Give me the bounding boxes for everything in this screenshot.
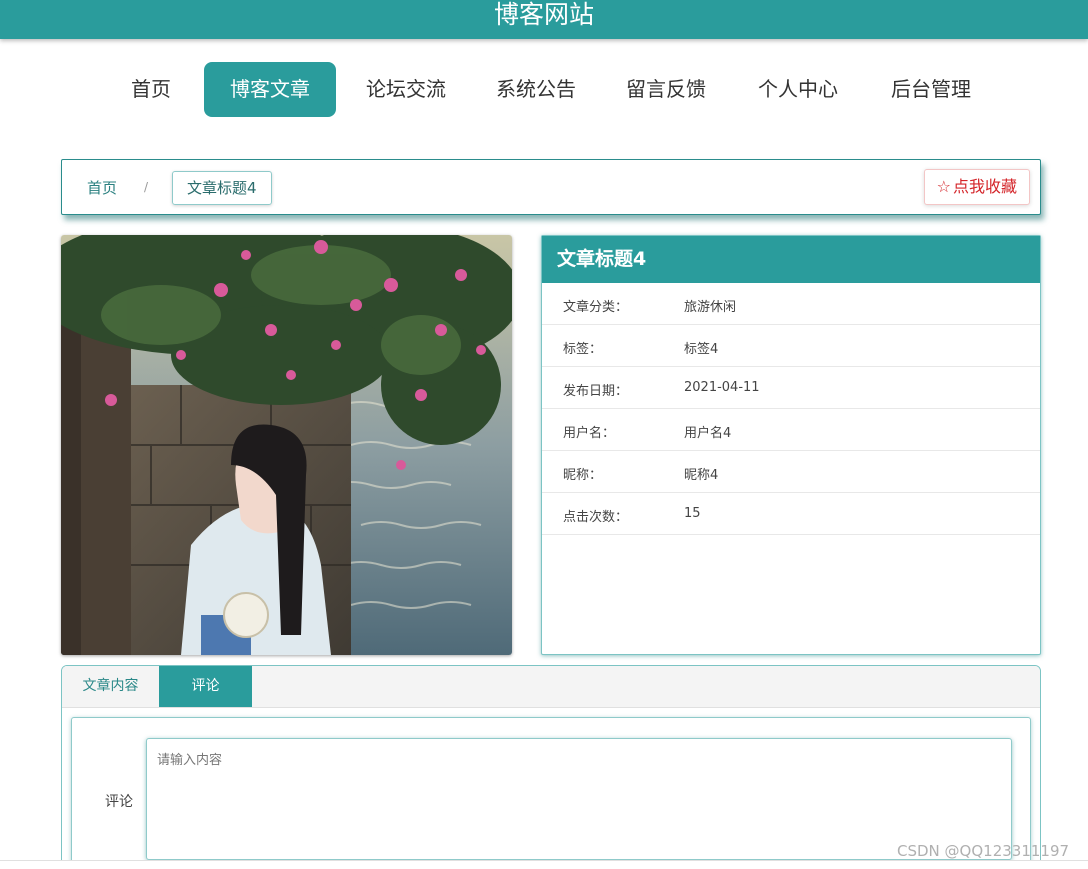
info-key: 标签： (563, 342, 603, 357)
tab-comments[interactable]: 评论 (159, 666, 252, 707)
breadcrumb-separator: / (144, 180, 149, 194)
info-row-publish-date: 发布日期： 2021-04-11 (542, 367, 1040, 409)
info-row-category: 文章分类： 旅游休闲 (542, 283, 1040, 325)
info-value: 昵称4 (684, 468, 719, 483)
nav-item-home[interactable]: 首页 (116, 62, 186, 117)
nav-item-feedback[interactable]: 留言反馈 (612, 62, 720, 117)
cover-photo-illustration (61, 235, 512, 655)
nav-item-personal-center[interactable]: 个人中心 (744, 62, 852, 117)
favorite-button[interactable]: ☆ 点我收藏 (923, 169, 1030, 205)
info-value: 15 (684, 506, 701, 521)
nav-item-announcements[interactable]: 系统公告 (482, 62, 590, 117)
star-icon: ☆ (936, 177, 951, 196)
csdn-watermark: CSDN @QQ123311197 (897, 842, 1070, 860)
nav-item-forum[interactable]: 论坛交流 (352, 62, 460, 117)
info-value: 标签4 (684, 342, 719, 357)
site-title: 博客网站 (493, 0, 594, 29)
info-key: 点击次数： (563, 510, 629, 525)
article-cover-image (61, 235, 512, 655)
breadcrumb: 首页 / 文章标题4 ☆ 点我收藏 (61, 159, 1041, 215)
tab-strip: 文章内容 评论 (62, 666, 1040, 708)
nav-item-blog-articles[interactable]: 博客文章 (204, 62, 336, 117)
breadcrumb-current: 文章标题4 (172, 171, 272, 205)
info-row-click-count: 点击次数： 15 (542, 493, 1040, 535)
info-key: 发布日期： (563, 384, 629, 399)
comment-form: 评论 (71, 717, 1031, 869)
breadcrumb-home-link[interactable]: 首页 (87, 177, 117, 198)
article-info-panel: 文章标题4 文章分类： 旅游休闲 标签： 标签4 发布日期： 2021-04-1… (541, 235, 1041, 655)
info-row-username: 用户名： 用户名4 (542, 409, 1040, 451)
info-value: 旅游休闲 (684, 300, 737, 315)
info-row-tag: 标签： 标签4 (542, 325, 1040, 367)
comment-label: 评论 (105, 794, 133, 810)
top-header: 博客网站 (0, 0, 1088, 39)
info-row-nickname: 昵称： 昵称4 (542, 451, 1040, 493)
info-key: 昵称： (563, 468, 603, 483)
info-value: 用户名4 (684, 426, 732, 441)
info-value: 2021-04-11 (684, 380, 760, 395)
article-title: 文章标题4 (542, 236, 1040, 283)
tab-article-content[interactable]: 文章内容 (62, 666, 159, 707)
main-nav: 首页 博客文章 论坛交流 系统公告 留言反馈 个人中心 后台管理 (0, 62, 1088, 117)
page-bottom-edge (0, 860, 1088, 869)
nav-item-admin[interactable]: 后台管理 (877, 62, 985, 117)
favorite-label: 点我收藏 (952, 177, 1017, 196)
info-key: 文章分类： (563, 300, 629, 315)
comment-input[interactable] (146, 738, 1012, 860)
article-tabs: 文章内容 评论 评论 (61, 665, 1041, 869)
info-key: 用户名： (563, 426, 616, 441)
